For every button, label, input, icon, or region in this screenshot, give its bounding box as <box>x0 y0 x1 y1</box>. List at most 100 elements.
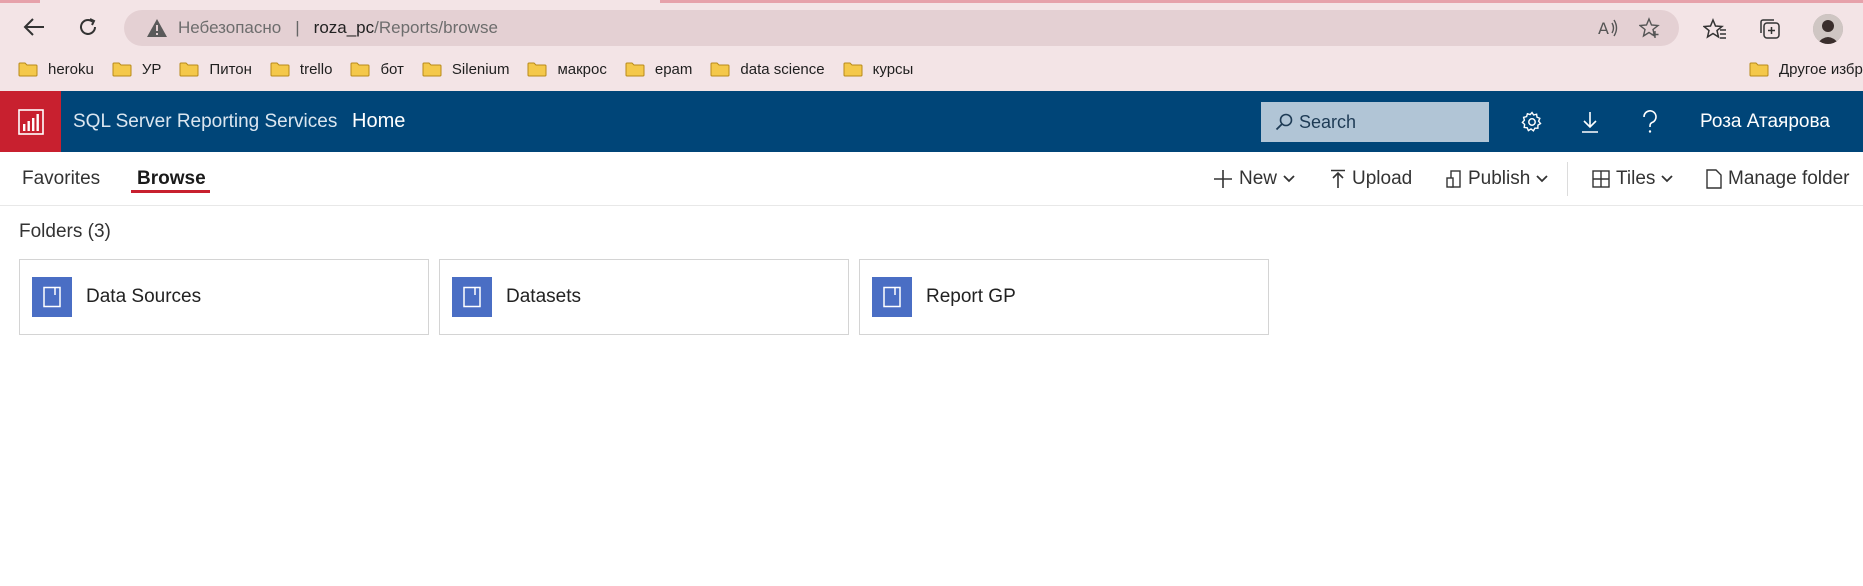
upload-label: Upload <box>1352 168 1413 189</box>
search-placeholder: Search <box>1299 111 1357 132</box>
command-divider <box>1567 162 1568 196</box>
folder-tile-label: Data Sources <box>86 286 202 307</box>
folder-icon <box>179 62 199 77</box>
bookmark-item[interactable]: trello <box>270 60 333 78</box>
brand-title[interactable]: SQL Server Reporting Services <box>73 91 337 152</box>
folder-icon <box>43 286 61 308</box>
folder-tile[interactable]: Datasets <box>439 259 849 335</box>
new-label: New <box>1239 168 1278 189</box>
manage-folder-button[interactable]: Manage folder <box>1706 152 1849 206</box>
new-button[interactable]: New <box>1213 152 1295 206</box>
help-icon <box>1643 109 1657 133</box>
bookmark-label: курсы <box>872 60 914 78</box>
tab-strip-edge <box>0 0 40 3</box>
back-button[interactable] <box>16 10 52 44</box>
manage-folder-label: Manage folder <box>1728 168 1850 189</box>
chevron-down-icon <box>1536 175 1548 183</box>
refresh-icon <box>80 18 96 35</box>
folder-icon <box>422 62 442 77</box>
tab-favorites[interactable]: Favorites <box>22 152 100 206</box>
folder-tile-icon <box>872 277 912 317</box>
bookmark-label: data science <box>740 60 825 78</box>
folder-icon <box>112 62 132 77</box>
svg-text:A: A <box>1598 19 1609 38</box>
folder-tile-icon <box>32 277 72 317</box>
favorites-star-icon <box>1703 18 1726 39</box>
upload-button[interactable]: Upload <box>1330 152 1412 206</box>
publish-button[interactable]: Publish <box>1446 152 1548 206</box>
ssrs-header: SQL Server Reporting Services Home Searc… <box>0 91 1863 152</box>
folder-icon <box>527 62 547 77</box>
read-aloud-icon[interactable]: A <box>1597 17 1619 39</box>
bookmark-item[interactable]: макрос <box>527 60 607 78</box>
active-tab-indicator <box>131 190 210 193</box>
search-icon <box>1275 113 1293 131</box>
folder-icon <box>18 62 38 77</box>
gear-icon <box>1521 110 1542 132</box>
bookmark-label: Silenium <box>451 60 510 78</box>
bookmark-item[interactable]: data science <box>710 60 825 78</box>
download-button[interactable] <box>1570 91 1610 152</box>
avatar-icon <box>1813 14 1843 44</box>
ssrs-logo[interactable] <box>0 91 61 152</box>
user-menu[interactable]: Роза Атаярова <box>1700 91 1830 152</box>
tiles-icon <box>1592 170 1610 188</box>
chevron-down-icon <box>1283 175 1295 183</box>
bookmark-label: макрос <box>557 60 607 78</box>
bookmark-item[interactable]: бот <box>350 60 404 78</box>
bookmark-label: Питон <box>209 60 252 78</box>
security-label: Небезопасно <box>178 18 282 37</box>
folder-icon <box>350 62 370 77</box>
folder-icon <box>270 62 290 77</box>
bookmark-item[interactable]: Питон <box>179 61 252 78</box>
folder-icon <box>625 62 645 77</box>
folder-icon <box>463 286 481 308</box>
publish-label: Publish <box>1468 168 1531 189</box>
address-separator: | <box>295 18 300 37</box>
chevron-down-icon <box>1661 175 1674 183</box>
address-bar-row: Небезопасно | roza_pc/Reports/browse A <box>0 4 1863 50</box>
home-link[interactable]: Home <box>352 91 405 152</box>
refresh-button[interactable] <box>70 10 106 44</box>
browser-chrome: Небезопасно | roza_pc/Reports/browse A h… <box>0 0 1863 91</box>
tab-browse[interactable]: Browse <box>137 152 206 206</box>
upload-icon <box>1331 169 1345 188</box>
help-button[interactable] <box>1630 91 1670 152</box>
bookmark-label: бот <box>380 60 404 78</box>
settings-button[interactable] <box>1512 91 1552 152</box>
command-bar: Favorites Browse New Upload Publish Tile… <box>0 152 1863 206</box>
bookmark-item[interactable]: epam <box>625 61 692 78</box>
address-path: /Reports/browse <box>374 18 498 37</box>
bookmark-label: heroku <box>48 60 94 78</box>
search-input[interactable]: Search <box>1261 102 1489 142</box>
bookmark-label: УР <box>141 60 162 78</box>
tiles-view-button[interactable]: Tiles <box>1592 152 1674 206</box>
favorites-button[interactable] <box>1700 14 1730 44</box>
bookmark-label: trello <box>299 60 333 78</box>
folder-tile-label: Report GP <box>926 286 1016 307</box>
tiles-label: Tiles <box>1616 168 1656 189</box>
folder-tile[interactable]: Data Sources <box>19 259 429 335</box>
back-arrow-icon <box>23 18 44 36</box>
report-logo-icon <box>17 108 44 135</box>
bookmark-item[interactable]: УР <box>112 60 162 78</box>
collections-button[interactable] <box>1755 14 1785 44</box>
folder-tile-icon <box>452 277 492 317</box>
warning-icon <box>147 19 167 37</box>
profile-avatar[interactable] <box>1813 14 1843 44</box>
bookmark-item[interactable]: курсы <box>843 60 914 78</box>
address-bar[interactable]: Небезопасно | roza_pc/Reports/browse A <box>124 10 1679 46</box>
bookmark-item[interactable]: Silenium <box>422 60 510 78</box>
publish-icon <box>1446 170 1461 188</box>
add-favorite-icon[interactable] <box>1639 17 1661 39</box>
folder-tile-label: Datasets <box>506 286 581 307</box>
folder-icon <box>883 286 901 308</box>
bookmarks-bar: heroku УР Питон trello бот Silenium макрос epam… <box>0 54 1863 84</box>
collections-icon <box>1760 19 1780 39</box>
tab-strip-edge <box>660 0 1863 3</box>
download-icon <box>1582 111 1598 133</box>
bookmark-item[interactable]: heroku <box>18 61 94 78</box>
folder-icon <box>843 62 863 77</box>
folder-tile[interactable]: Report GP <box>859 259 1269 335</box>
folders-heading: Folders (3) <box>19 221 111 242</box>
